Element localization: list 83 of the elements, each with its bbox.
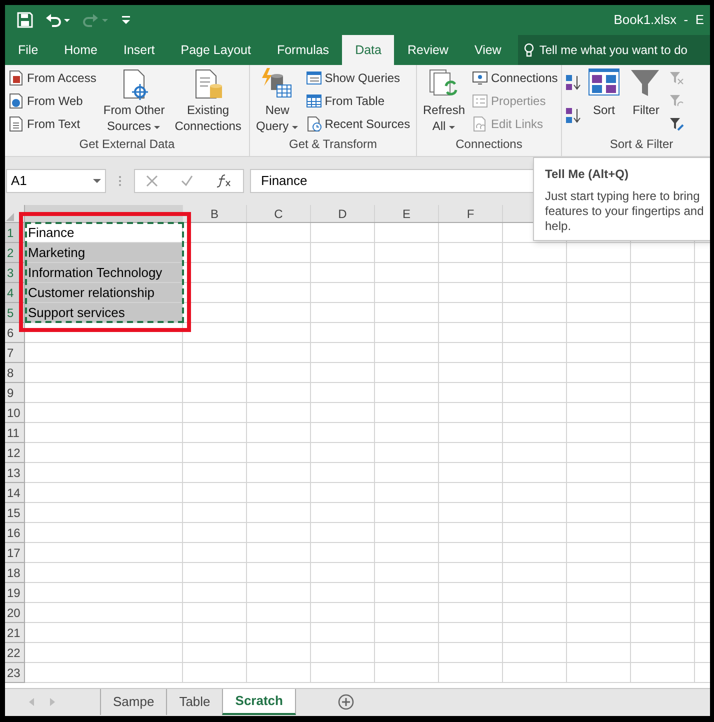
row-header[interactable]: 22 xyxy=(5,643,25,663)
row-header[interactable]: 18 xyxy=(5,563,25,583)
function-icon[interactable] xyxy=(216,174,232,188)
group-label: Get & Transform xyxy=(288,136,378,153)
redo-icon xyxy=(83,12,109,28)
ribbon-tab[interactable]: Page Layout xyxy=(168,35,264,65)
row-header[interactable]: 9 xyxy=(5,383,25,403)
ribbon-button[interactable]: From Access xyxy=(8,68,96,87)
customize-icon[interactable] xyxy=(121,14,131,26)
sheet-tab[interactable]: Sampe xyxy=(100,689,166,715)
row-header[interactable]: 23 xyxy=(5,663,25,683)
sort-ascending-icon xyxy=(565,74,581,90)
ribbon-tab[interactable]: Data xyxy=(342,35,394,65)
ribbon-tab[interactable]: Formulas xyxy=(264,35,342,65)
ribbon-button[interactable]: From Web xyxy=(8,91,96,110)
ribbon-button[interactable]: Refresh All xyxy=(420,68,468,134)
ribbon-button[interactable]: Filter xyxy=(627,68,665,118)
row-header[interactable]: 17 xyxy=(5,543,25,563)
group-label: Sort & Filter xyxy=(608,136,674,153)
table-cell: Customer relationship xyxy=(25,283,182,302)
row-header[interactable]: 16 xyxy=(5,523,25,543)
row-header[interactable]: 14 xyxy=(5,483,25,503)
row-header[interactable]: 13 xyxy=(5,463,25,483)
table-cell: Marketing xyxy=(25,243,182,262)
group-label: Connections xyxy=(454,136,524,153)
ribbon-tab[interactable]: View xyxy=(461,35,514,65)
column-header[interactable]: D xyxy=(311,205,375,222)
funnel-cross-icon xyxy=(669,70,685,86)
column-header[interactable]: E xyxy=(375,205,439,222)
dropdown-icon xyxy=(93,177,101,185)
save-icon[interactable] xyxy=(17,12,33,28)
name-box[interactable]: A1 xyxy=(6,169,106,193)
window-table-icon xyxy=(306,70,322,86)
bolt-database-icon xyxy=(261,68,294,100)
tooltip-title: Tell Me (Alt+Q) xyxy=(545,166,630,183)
list-icon xyxy=(472,92,488,108)
ribbon-button[interactable]: Show Queries xyxy=(306,68,410,87)
ribbon-button[interactable]: From Table xyxy=(306,91,410,110)
ribbon-button[interactable]: New Query xyxy=(253,68,302,134)
column-header[interactable]: C xyxy=(247,205,311,222)
icon-button[interactable] xyxy=(565,72,581,91)
column-header[interactable]: F xyxy=(439,205,503,222)
sort-descending-icon xyxy=(565,106,581,122)
ribbon-button[interactable]: Connections xyxy=(472,68,558,87)
row-header[interactable]: 10 xyxy=(5,403,25,423)
database-page-icon xyxy=(8,70,24,86)
lightbulb-icon xyxy=(524,43,534,57)
grip-icon xyxy=(118,175,122,187)
row-header[interactable]: 8 xyxy=(5,363,25,383)
row-header[interactable]: 12 xyxy=(5,443,25,463)
funnel-pencil-icon xyxy=(669,116,685,132)
ribbon-tab[interactable]: Home xyxy=(51,35,110,65)
ribbon-button[interactable]: From Other Sources xyxy=(100,68,168,134)
ribbon-tab[interactable]: Insert xyxy=(110,35,168,65)
group-label: Get External Data xyxy=(78,136,176,153)
column-header[interactable]: B xyxy=(183,205,247,222)
table-cell: Support services xyxy=(25,303,182,322)
globe-page-icon xyxy=(8,92,24,108)
icon-button[interactable] xyxy=(565,105,581,124)
text-page-icon xyxy=(8,116,24,132)
page-link-icon xyxy=(472,116,488,132)
row-header[interactable]: 15 xyxy=(5,503,25,523)
sheet-tab[interactable]: Scratch xyxy=(222,689,296,715)
row-header[interactable]: 11 xyxy=(5,423,25,443)
ribbon-button[interactable]: Existing Connections xyxy=(172,68,244,134)
row-header[interactable]: 7 xyxy=(5,343,25,363)
ribbon-tab[interactable]: File xyxy=(5,35,52,65)
ribbon-button[interactable]: Recent Sources xyxy=(306,114,410,133)
monitor-icon xyxy=(472,70,488,86)
table-icon xyxy=(306,92,322,108)
add-sheet-icon[interactable] xyxy=(338,694,354,710)
row-header[interactable]: 21 xyxy=(5,623,25,643)
table-cell: Information Technology xyxy=(25,263,182,282)
ribbon-tab[interactable]: Review xyxy=(394,35,462,65)
undo-icon[interactable] xyxy=(45,12,71,28)
funnel-arrow-icon xyxy=(669,92,685,108)
row-header[interactable]: 19 xyxy=(5,583,25,603)
ribbon-button[interactable]: From Text xyxy=(8,114,96,133)
ribbon-button[interactable]: Sort xyxy=(585,68,623,118)
tell-me-field[interactable]: Tell me what you want to do xyxy=(518,35,710,65)
page-clock-icon xyxy=(306,116,322,132)
row-header[interactable]: 20 xyxy=(5,603,25,623)
window-title: Book1.xlsx - E xyxy=(614,11,704,30)
